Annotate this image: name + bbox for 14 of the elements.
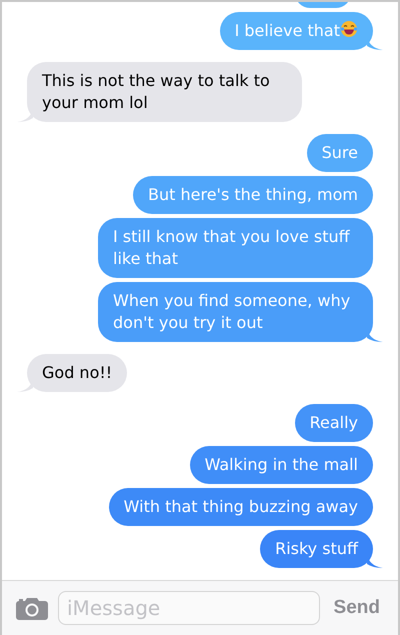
message-text: God no!!	[42, 363, 112, 382]
message-text: Walking in the mall	[204, 455, 358, 474]
message-text: This is not the way to talk to your mom lol	[42, 71, 270, 112]
message-text: When you find someone, why don't you try it out	[113, 291, 350, 332]
message-text: I still know that you love stuff like that	[113, 227, 350, 268]
message-text: Sure	[322, 143, 358, 162]
message-text: Really	[310, 413, 358, 432]
message-field[interactable]: iMessage	[58, 591, 320, 625]
send-button[interactable]: Send	[330, 594, 384, 622]
camera-icon[interactable]	[16, 596, 48, 620]
message-text: But here's the thing, mom	[148, 185, 358, 204]
message-text: Risky stuff	[275, 539, 358, 558]
message-text: With that thing buzzing away	[124, 497, 358, 516]
message-text: I believe that	[234, 21, 340, 40]
